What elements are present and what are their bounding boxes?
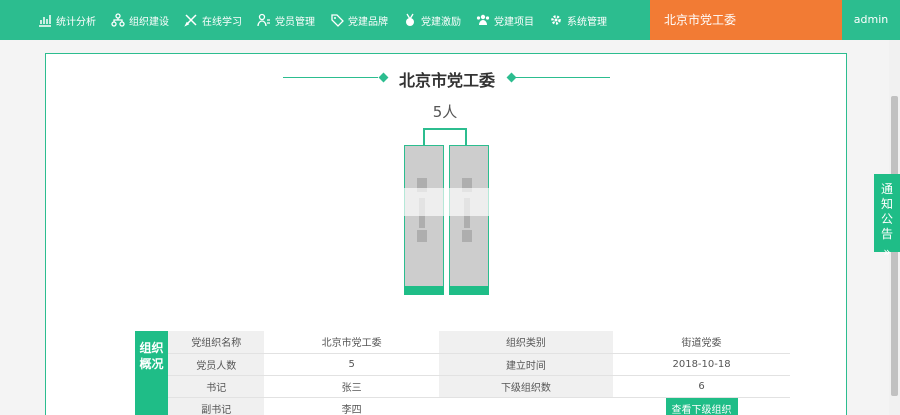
field-value: 2018-10-18 [613,353,790,376]
table-row: 副书记 李四 查看下级组织 [168,397,790,415]
page-title: 北京市党工委 [398,71,495,90]
nav-item-label: 党建项目 [494,16,534,28]
nav-item-label: 党建品牌 [348,16,388,28]
notice-label: 通知公告 [880,182,893,241]
nav-item-projects[interactable]: 党建项目 [476,0,534,40]
nav-item-label: 党建激励 [421,16,461,28]
field-value: 张三 [264,375,439,398]
heading-line-right [515,77,610,78]
current-org-tab[interactable]: 北京市党工委 [650,0,842,40]
watermark-overlay [220,188,690,216]
overview-section-label: 组织概况 [135,331,168,415]
card-footer [404,286,444,295]
nav-item-label: 系统管理 [567,16,607,28]
member-icon [257,13,270,27]
gear-icon [551,15,561,25]
user-menu[interactable]: admin [842,0,900,40]
view-sub-orgs-button[interactable]: 查看下级组织 [665,397,738,415]
field-value: 6 [613,375,790,398]
nav-menu: 统计分析 组织建设 在线学习 党员管理 党建品牌 党建激励 党建项目 系统管理 [0,0,622,40]
nav-item-org-building[interactable]: 组织建设 [111,0,169,40]
field-value: 李四 [264,397,439,415]
tree-connector [423,128,467,146]
member-count: 5人 [432,103,458,121]
group-icon [476,14,490,25]
field-label: 书记 [168,375,265,398]
field-value: 街道党委 [613,331,790,354]
field-label [438,397,614,415]
field-label: 建立时间 [438,353,614,376]
nav-item-statistics[interactable]: 统计分析 [38,0,96,40]
field-value: 5 [264,353,439,376]
top-navigation-bar: 统计分析 组织建设 在线学习 党员管理 党建品牌 党建激励 党建项目 系统管理 [0,0,900,40]
sub-org-card-2[interactable] [449,145,489,295]
nav-item-label: 党员管理 [275,16,315,28]
table-row: 党组织名称 北京市党工委 组织类别 街道党委 [168,331,790,354]
notice-tab[interactable]: 通知公告 » [874,174,900,259]
field-label: 组织类别 [438,331,614,354]
tag-icon [331,14,344,27]
card-footer [449,286,489,295]
field-value: 查看下级组织 [613,397,790,415]
org-tree-icon [111,13,125,27]
heading-line-left [283,77,378,78]
overview-table: 党组织名称 北京市党工委 组织类别 街道党委 党员人数 5 建立时间 2018-… [168,331,790,415]
nav-item-system[interactable]: 系统管理 [549,0,607,40]
org-overview: 组织概况 党组织名称 北京市党工委 组织类别 街道党委 党员人数 5 建立时间 … [135,331,790,415]
nav-item-label: 统计分析 [56,16,96,28]
nav-item-member-management[interactable]: 党员管理 [257,0,315,40]
medal-icon [406,13,414,26]
divider-left [402,127,422,131]
field-label: 党员人数 [168,353,265,376]
chevron-right-icon: » [883,245,891,259]
nav-item-label: 在线学习 [202,16,242,28]
blurred-text [417,230,427,242]
divider-right [470,127,490,131]
blurred-text [462,230,472,242]
nav-item-incentive[interactable]: 党建激励 [403,0,461,40]
table-row: 书记 张三 下级组织数 6 [168,375,790,398]
sub-org-card-1[interactable] [404,145,444,295]
table-row: 党员人数 5 建立时间 2018-10-18 [168,353,790,376]
nav-item-online-learning[interactable]: 在线学习 [184,0,242,40]
field-label: 党组织名称 [168,331,265,354]
heading-diamond-left [378,72,389,83]
chart-icon [39,15,51,27]
nav-item-label: 组织建设 [129,16,169,28]
nav-item-brand[interactable]: 党建品牌 [330,0,388,40]
field-label: 副书记 [168,397,265,415]
pencil-icon [184,14,197,27]
org-heading: 北京市党工委 [283,67,610,90]
field-label: 下级组织数 [438,375,614,398]
field-value: 北京市党工委 [264,331,439,354]
